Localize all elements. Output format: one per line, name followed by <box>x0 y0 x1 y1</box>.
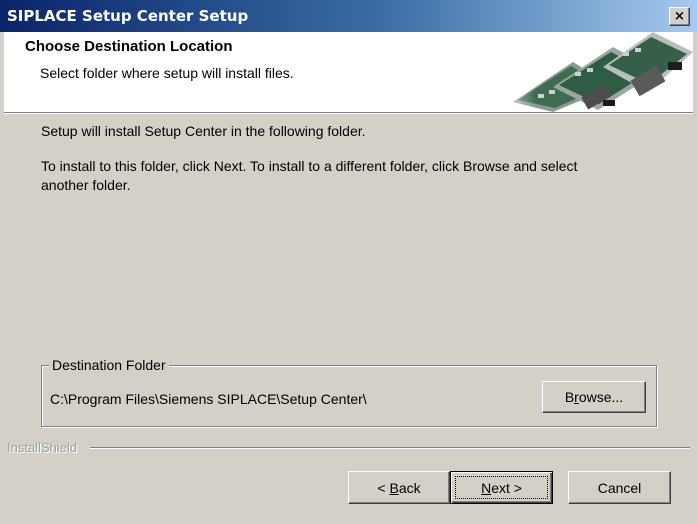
cancel-button-label: Cancel <box>597 479 642 496</box>
footer-divider <box>90 447 690 449</box>
back-button-label: < Back <box>377 479 421 496</box>
setup-dialog: SIPLACE Setup Center Setup × Choose Dest… <box>0 0 697 524</box>
title-bar[interactable]: SIPLACE Setup Center Setup × <box>0 0 697 32</box>
info-line-1: Setup will install Setup Center in the f… <box>41 123 366 139</box>
installshield-brand: InstallShield <box>7 440 78 455</box>
next-button[interactable]: Next > <box>450 471 553 504</box>
info-line-3: another folder. <box>41 177 131 193</box>
close-button[interactable]: × <box>669 7 690 26</box>
header-panel: Choose Destination Location Select folde… <box>4 32 693 112</box>
page-subtitle: Select folder where setup will install f… <box>40 65 294 81</box>
browse-button-label: Br owse... <box>564 389 624 405</box>
header-divider <box>4 112 693 114</box>
close-icon: × <box>674 9 685 24</box>
next-button-label: Next > <box>481 479 522 496</box>
destination-path: C:\Program Files\Siemens SIPLACE\Setup C… <box>50 391 367 407</box>
page-title: Choose Destination Location <box>25 38 233 55</box>
window-title: SIPLACE Setup Center Setup <box>7 7 249 25</box>
browse-button[interactable]: Br owse... <box>542 381 646 413</box>
pcb-machine-graphic-icon <box>483 32 693 112</box>
cancel-button[interactable]: Cancel <box>568 471 671 504</box>
back-button[interactable]: < Back <box>348 471 450 504</box>
destination-folder-label: Destination Folder <box>49 357 169 373</box>
info-line-2: To install to this folder, click Next. T… <box>41 158 578 174</box>
